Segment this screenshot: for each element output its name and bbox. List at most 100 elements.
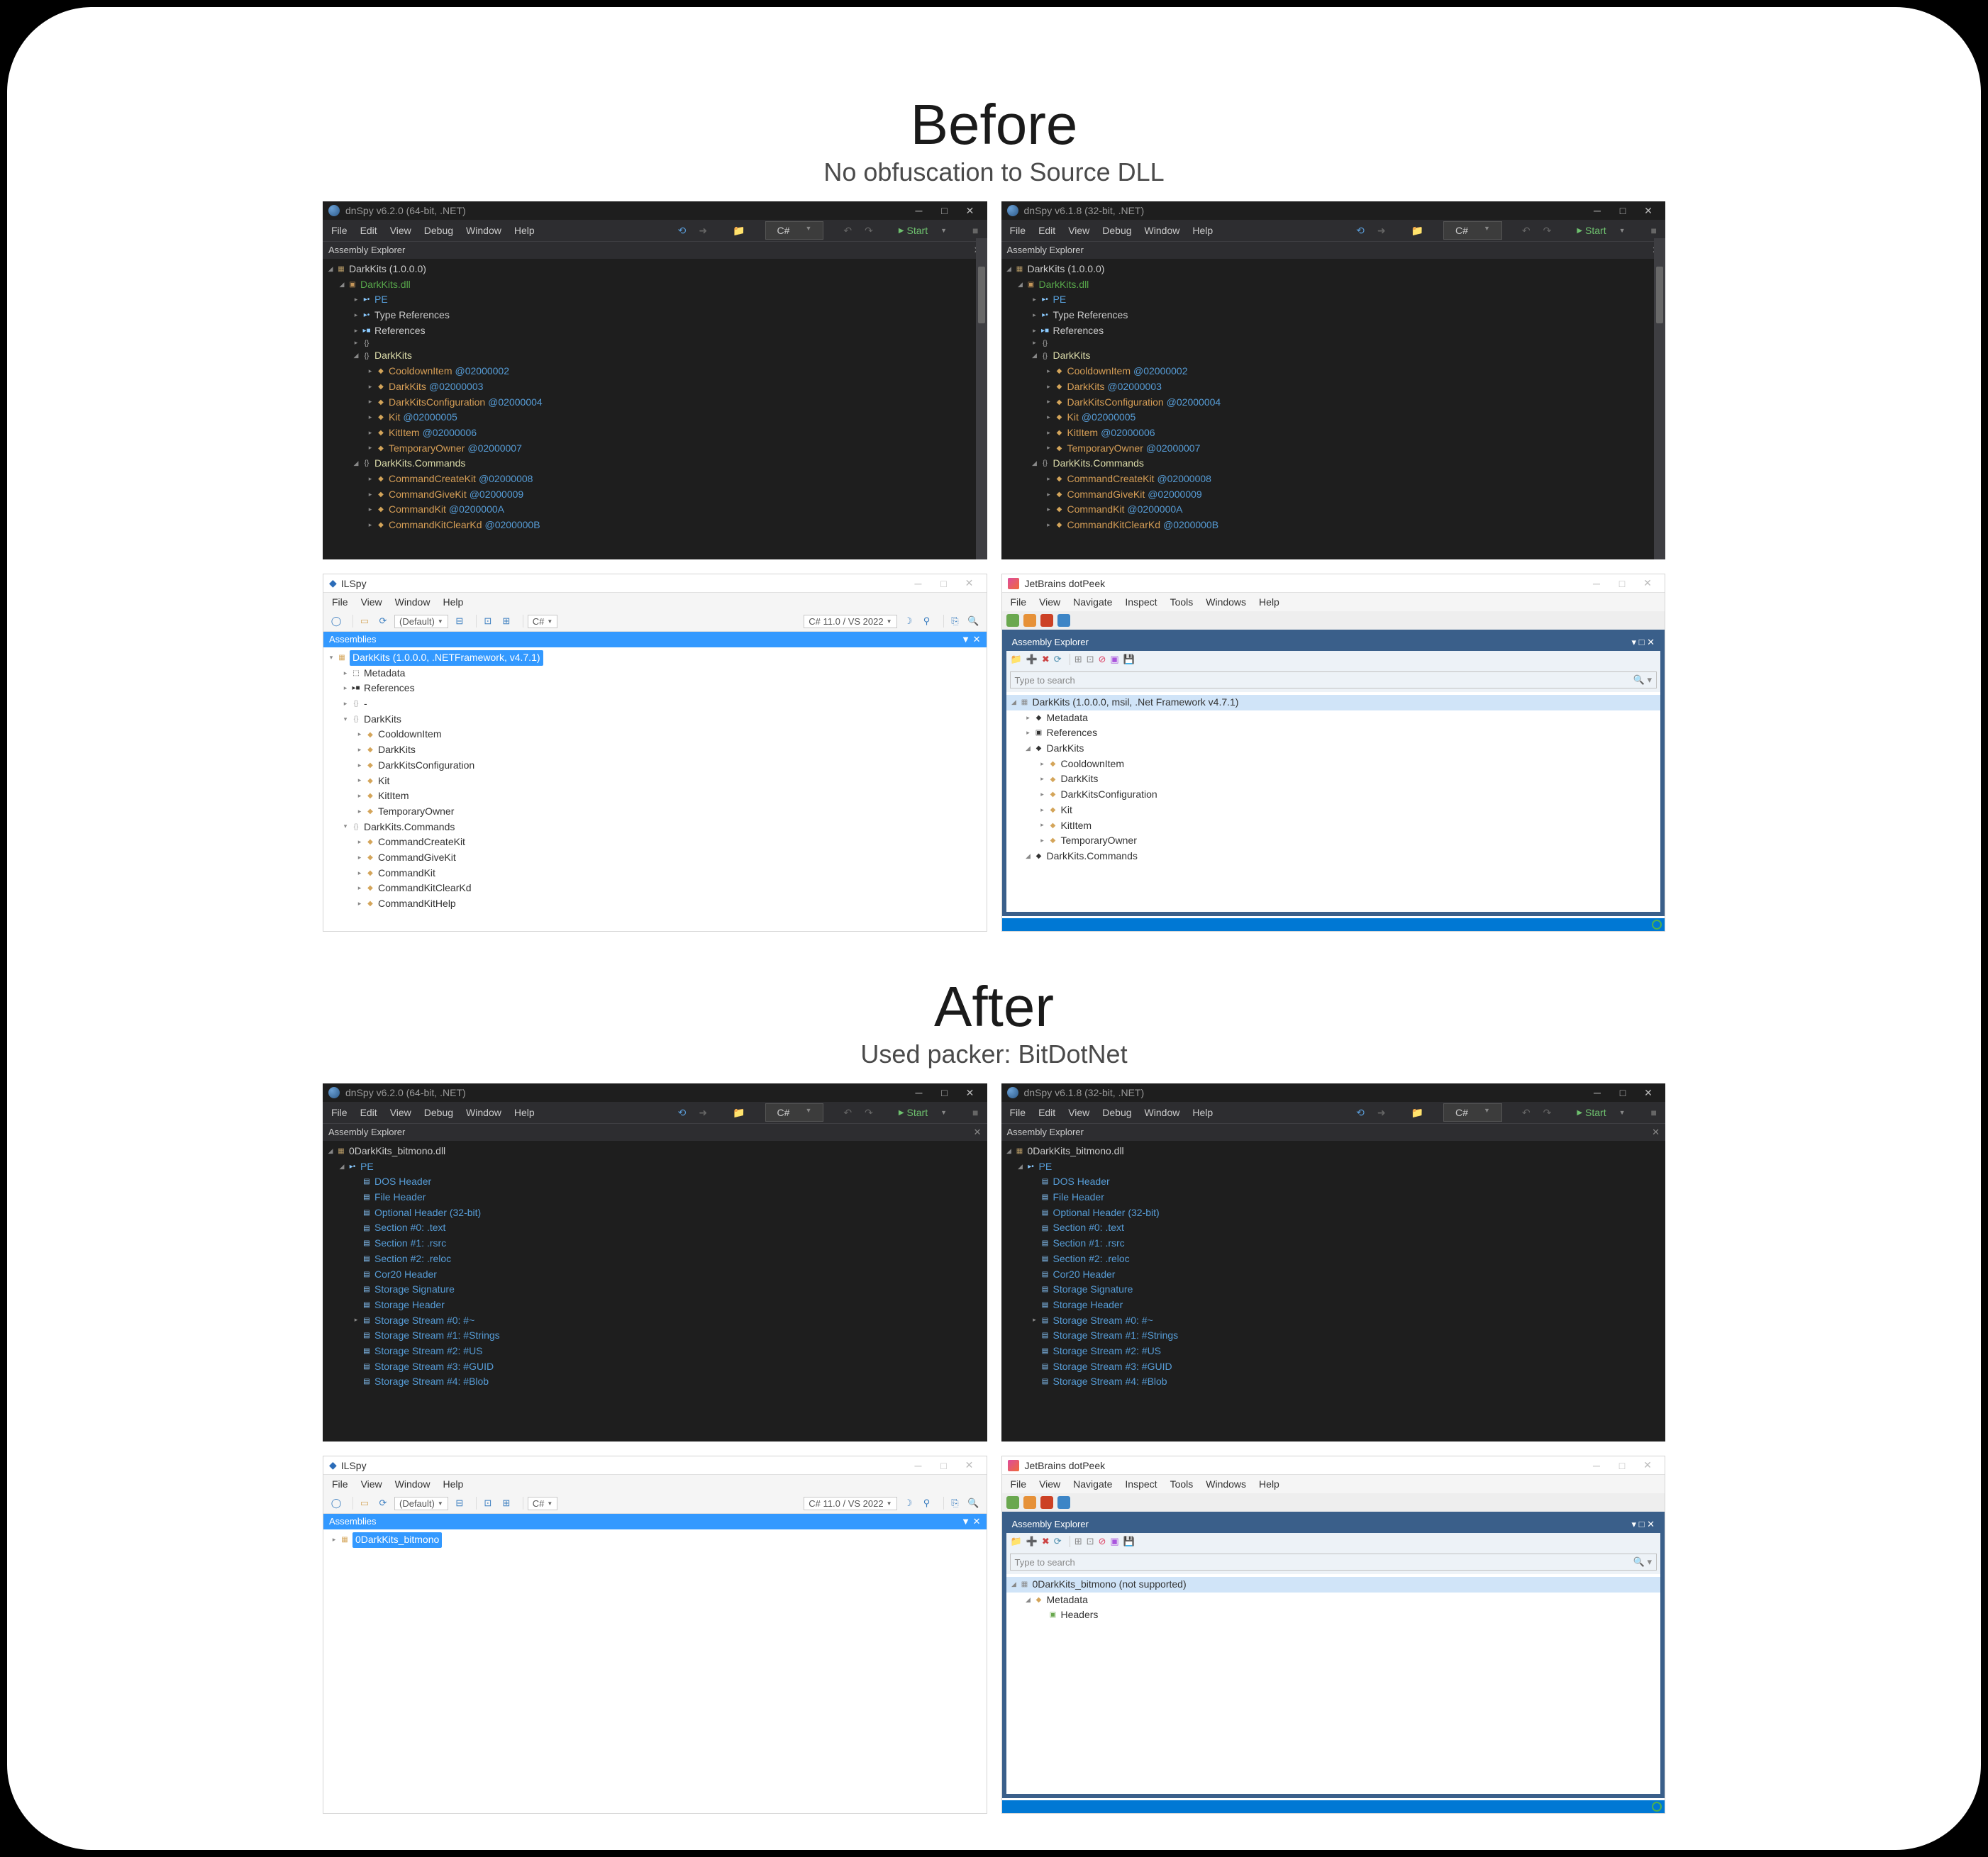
tb-icon[interactable] (1057, 614, 1070, 627)
panel-menu-icon[interactable]: ▼ ✕ (961, 1516, 980, 1527)
nav-fwd-icon[interactable]: ➜ (1372, 1105, 1392, 1121)
tree[interactable]: ▾▦DarkKits (1.0.0.0, .NETFramework, v4.7… (323, 647, 987, 931)
tree-node[interactable]: ◢▦0DarkKits_bitmono.dll (1001, 1144, 1666, 1159)
tree-node[interactable]: ▸◆CommandGiveKit@02000009 (323, 487, 987, 503)
search-icon[interactable]: 🔍 (967, 1496, 981, 1510)
tb-icon[interactable] (1040, 614, 1053, 627)
tb-icon[interactable] (1057, 1496, 1070, 1509)
tb-icon[interactable] (1023, 1496, 1036, 1509)
nav-fwd-icon[interactable]: ➜ (1372, 223, 1392, 239)
lang-select[interactable]: C#▼ (528, 615, 558, 628)
tree-node[interactable]: ▸◆DarkKits@02000003 (323, 379, 987, 395)
folder-icon[interactable]: 📁 (1406, 1105, 1429, 1121)
menu-help[interactable]: Help (509, 1105, 540, 1120)
stop-icon[interactable]: ■ (1645, 223, 1662, 238)
menu-help[interactable]: Help (437, 1476, 469, 1492)
tree-node[interactable]: ◢{}DarkKits.Commands (1001, 456, 1666, 472)
panel-controls[interactable]: ▾ □ ✕ (1632, 637, 1655, 648)
menu-file[interactable]: File (1004, 1105, 1032, 1120)
close-button[interactable]: ✕ (958, 576, 981, 591)
tree-node[interactable]: ▸◆CooldownItem@02000002 (323, 364, 987, 379)
tb-icon[interactable] (1006, 1496, 1019, 1509)
tree-node[interactable]: ▤DOS Header (323, 1174, 987, 1190)
tree-node[interactable]: ▤Storage Stream #4: #Blob (1001, 1374, 1666, 1390)
tree-node[interactable]: ▸◆CooldownItem (1006, 757, 1661, 772)
menu-navigate[interactable]: Navigate (1067, 1476, 1118, 1492)
tree-node[interactable]: ▸◆DarkKitsConfiguration@02000004 (1001, 395, 1666, 411)
menu-help[interactable]: Help (509, 223, 540, 238)
undo-icon[interactable]: ↶ (838, 1105, 857, 1121)
target-select[interactable]: C# 11.0 / VS 2022▼ (804, 1497, 896, 1510)
panel-menu-icon[interactable]: ▼ ✕ (961, 634, 980, 645)
menu-tools[interactable]: Tools (1165, 594, 1199, 610)
lang-select[interactable]: C#▼ (1443, 221, 1502, 240)
min-button[interactable]: ─ (908, 203, 931, 218)
tree-node[interactable]: ▸◆KitItem (1006, 818, 1661, 834)
tree-node[interactable]: ◢▦0DarkKits_bitmono.dll (323, 1144, 987, 1159)
refresh-icon[interactable]: ⟳ (376, 1496, 390, 1510)
redo-icon[interactable]: ↷ (1538, 223, 1557, 239)
undo-icon[interactable]: ↶ (1516, 223, 1536, 239)
tree-node[interactable]: ◢▦DarkKits (1.0.0.0) (1001, 262, 1666, 277)
tree-node[interactable]: ▤Storage Stream #3: #GUID (323, 1359, 987, 1375)
menu-help[interactable]: Help (1187, 1105, 1218, 1120)
tree[interactable]: ◢▦0DarkKits_bitmono.dll◢▸•PE▤DOS Header▤… (323, 1141, 987, 1441)
tree-node[interactable]: ▤Section #0: .text (323, 1220, 987, 1236)
tree-node[interactable]: ▸◆DarkKitsConfiguration (1006, 787, 1661, 803)
collapse-icon[interactable]: ⊟ (452, 1496, 467, 1510)
publicfield-icon[interactable]: ⊞ (499, 614, 513, 628)
tree-node[interactable]: ▤Storage Stream #3: #GUID (1001, 1359, 1666, 1375)
tree-node[interactable]: ▸◆KitItem (323, 788, 987, 804)
max-button[interactable]: □ (933, 576, 955, 591)
lang-select[interactable]: C#▼ (1443, 1103, 1502, 1122)
wand-icon[interactable]: ⚲ (920, 1496, 934, 1510)
menu-view[interactable]: View (1062, 223, 1095, 238)
tree-node[interactable]: ▸◆CommandCreateKit@02000008 (1001, 472, 1666, 487)
search-input[interactable]: Type to search🔍 ▾ (1010, 1554, 1657, 1571)
start-button[interactable]: Start (1571, 1105, 1611, 1120)
collapse-icon[interactable]: ⊟ (452, 614, 467, 628)
tree-node[interactable]: ▸{} (323, 338, 987, 348)
nav-fwd-icon[interactable]: ➜ (693, 1105, 713, 1121)
max-button[interactable]: □ (1611, 1086, 1634, 1100)
menu-window[interactable]: Window (1139, 223, 1186, 238)
book-icon[interactable]: ▣ (1110, 1536, 1118, 1547)
tree[interactable]: ◢▦DarkKits (1.0.0.0)◢▣DarkKits.dll▸▸•PE▸… (1001, 259, 1666, 559)
min-button[interactable]: ─ (907, 1459, 930, 1473)
menu-help[interactable]: Help (1253, 594, 1285, 610)
menu-edit[interactable]: Edit (355, 223, 383, 238)
menu-file[interactable]: File (326, 223, 353, 238)
tree-node[interactable]: ▤Storage Header (1001, 1298, 1666, 1313)
tree-node[interactable]: ▸◆CommandKitHelp (323, 896, 987, 912)
tree-node[interactable]: ◢▦0DarkKits_bitmono (not supported) (1006, 1577, 1661, 1593)
tb-icon[interactable] (1023, 614, 1036, 627)
tree[interactable]: ◢▦DarkKits (1.0.0.0, msil, .Net Framewor… (1006, 692, 1661, 912)
tree-node[interactable]: ◢▸•PE (1001, 1159, 1666, 1175)
tree-node[interactable]: ▤Storage Stream #2: #US (323, 1344, 987, 1359)
save-icon[interactable]: 💾 (1123, 654, 1135, 665)
book-icon[interactable]: ▣ (1110, 654, 1118, 665)
x-icon[interactable]: ✖ (1042, 1536, 1050, 1547)
lang-select[interactable]: C#▼ (765, 1103, 824, 1122)
pub-icon[interactable]: ⊞ (499, 1496, 513, 1510)
tree-node[interactable]: ▾{}DarkKits (323, 712, 987, 727)
menu-edit[interactable]: Edit (355, 1105, 383, 1120)
menu-window[interactable]: Window (1139, 1105, 1186, 1120)
menu-file[interactable]: File (326, 1476, 354, 1492)
menu-help[interactable]: Help (1253, 1476, 1285, 1492)
close-button[interactable]: ✕ (959, 1086, 982, 1100)
close-button[interactable]: ✕ (1636, 1459, 1659, 1473)
tree-node[interactable]: ▸◆KitItem@02000006 (1001, 425, 1666, 441)
lang-select[interactable]: C#▼ (528, 1497, 558, 1510)
menu-file[interactable]: File (326, 1105, 353, 1120)
folder-icon[interactable]: 📁 (1011, 654, 1022, 665)
menu-window[interactable]: Window (460, 223, 507, 238)
tree-node[interactable]: ▸◆CommandKit@0200000A (323, 502, 987, 518)
redo-icon[interactable]: ↷ (1538, 1105, 1557, 1121)
tree-node[interactable]: ▸▤Storage Stream #0: #~ (323, 1313, 987, 1329)
tree-node[interactable]: ▤Section #0: .text (1001, 1220, 1666, 1236)
nav-fwd-icon[interactable]: ➜ (693, 223, 713, 239)
back-icon[interactable]: ◯ (329, 614, 343, 628)
tree-node[interactable]: ▸◆DarkKits@02000003 (1001, 379, 1666, 395)
start-button[interactable]: Start (893, 223, 933, 238)
